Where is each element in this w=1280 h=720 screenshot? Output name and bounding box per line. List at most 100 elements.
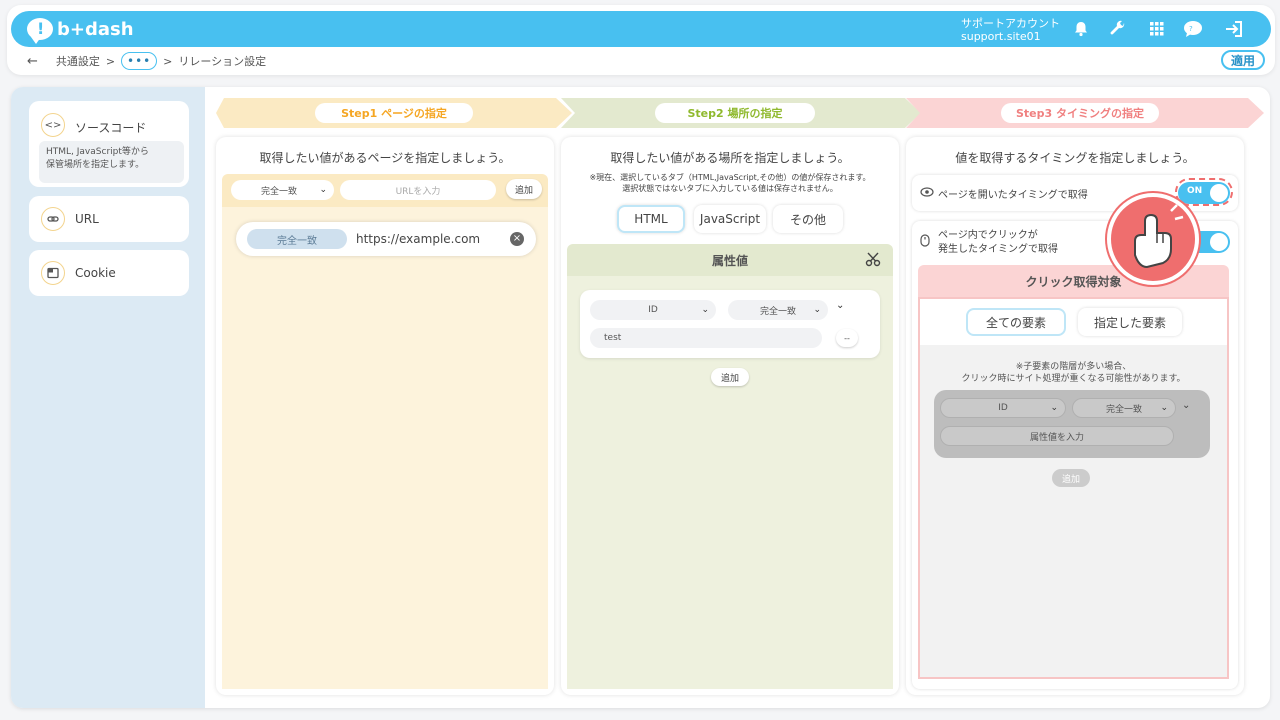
- apply-button[interactable]: 適用: [1221, 50, 1265, 70]
- toggle-knob: [1210, 233, 1228, 251]
- disabled-attribute-match-select: 完全一致 ⌄: [1072, 398, 1176, 418]
- eye-icon: [920, 186, 934, 201]
- step3-label: Step3 タイミングの指定: [1001, 103, 1159, 123]
- breadcrumb-current: リレーション設定: [178, 55, 267, 68]
- warn-line: ※子要素の階層が多い場合、: [1015, 362, 1132, 372]
- click-target-content: ※子要素の階層が多い場合、 クリック時にサイト処理が重くなる可能性があります。 …: [920, 345, 1227, 677]
- remove-icon[interactable]: ×: [510, 232, 524, 246]
- breadcrumb-item-common[interactable]: 共通設定: [56, 53, 100, 69]
- logo[interactable]: b+dash: [27, 17, 134, 44]
- chevron-down-icon: ⌄: [319, 185, 327, 195]
- disabled-attribute-type-select: ID ⌄: [940, 398, 1066, 418]
- step2-banner: Step2 場所の指定: [561, 98, 921, 128]
- attribute-value-input[interactable]: test: [590, 328, 822, 348]
- warn-line: クリック時にサイト処理が重くなる可能性があります。: [961, 374, 1186, 384]
- back-arrow-icon[interactable]: ←: [27, 54, 38, 69]
- desc-line: HTML, JavaScript等から: [46, 147, 149, 157]
- disabled-add-button: 追加: [1052, 469, 1090, 487]
- step2-label: Step2 場所の指定: [655, 103, 815, 123]
- account-name: サポートアカウント: [961, 17, 1060, 30]
- attribute-area: ID ⌄ 完全一致 ⌄ ⌄ test -‑ 追加: [567, 276, 893, 689]
- url-input[interactable]: URLを入力: [340, 180, 496, 200]
- step3-banner: Step3 タイミングの指定: [906, 98, 1266, 128]
- note-line: ※現在、選択しているタブ（HTML,JavaScript,その他）の値が保存され…: [589, 173, 871, 182]
- account-id: support.site01: [961, 30, 1041, 43]
- scissors-icon[interactable]: [865, 251, 881, 270]
- main-panel: <> ソースコード HTML, JavaScript等から 保管場所を指定します…: [11, 87, 1270, 708]
- chevron-down-icon: ⌄: [1160, 403, 1168, 413]
- link-icon: [41, 207, 65, 231]
- attribute-header: 属性値: [567, 244, 893, 276]
- location-column-title: 取得したい値がある場所を指定しましょう。: [610, 151, 850, 165]
- tab-all-elements[interactable]: 全ての要素: [966, 308, 1066, 336]
- logo-bubble-icon: [27, 18, 53, 44]
- url-entry-match[interactable]: 完全一致: [247, 229, 347, 249]
- header: b+dash サポートアカウント support.site01 ? ← 共通設定…: [7, 5, 1275, 75]
- attribute-title: 属性値: [711, 254, 748, 268]
- url-input-bar: 完全一致 ⌄ URLを入力 追加: [222, 174, 548, 207]
- account-info[interactable]: サポートアカウント support.site01: [961, 17, 1060, 43]
- sidebar-item-cookie[interactable]: Cookie: [29, 250, 189, 296]
- page-column-title: 取得したい値があるページを指定しましょう。: [259, 151, 511, 165]
- add-url-button[interactable]: 追加: [506, 179, 542, 199]
- location-note: ※現在、選択しているタブ（HTML,JavaScript,その他）の値が保存され…: [561, 172, 899, 194]
- tab-specified-elements[interactable]: 指定した要素: [1078, 308, 1182, 336]
- compress-icon[interactable]: -‑: [836, 329, 858, 347]
- chevron-down-icon: ⌄: [701, 305, 709, 315]
- tab-other[interactable]: その他: [773, 205, 843, 233]
- logout-icon[interactable]: [1224, 19, 1244, 39]
- breadcrumb: ← 共通設定 > ••• > リレーション設定: [27, 51, 266, 71]
- attribute-card: ID ⌄ 完全一致 ⌄ ⌄ test -‑: [580, 290, 880, 358]
- bell-icon[interactable]: [1071, 19, 1091, 39]
- timing-column-title: 値を取得するタイミングを指定しましょう。: [955, 151, 1195, 165]
- attribute-type-value: ID: [998, 403, 1008, 413]
- breadcrumb-more-button[interactable]: •••: [121, 52, 158, 70]
- label-line: ページ内でクリックが: [938, 230, 1038, 241]
- url-entry: 完全一致 https://example.com ×: [236, 222, 536, 256]
- tap-hand-icon: [1107, 193, 1199, 285]
- attribute-match-value: 完全一致: [1105, 404, 1142, 415]
- match-type-value: 完全一致: [261, 186, 298, 197]
- timing-option-click: ページ内でクリックが 発生したタイミングで取得 クリック取得対象 全ての要素 指…: [912, 221, 1238, 689]
- mouse-icon: [920, 234, 930, 250]
- disabled-attribute-input: 属性値を入力: [940, 426, 1174, 446]
- svg-text:?: ?: [1189, 25, 1193, 33]
- warning-note: ※子要素の階層が多い場合、 クリック時にサイト処理が重くなる可能性があります。: [920, 361, 1227, 385]
- timing-option-label: ページを開いたタイミングで取得: [938, 190, 1088, 201]
- wrench-icon[interactable]: [1108, 19, 1128, 39]
- step1-banner: Step1 ページの指定: [216, 98, 572, 128]
- expand-chevron-icon[interactable]: ⌄: [836, 300, 844, 311]
- attribute-match-select[interactable]: 完全一致 ⌄: [728, 300, 828, 320]
- tab-javascript[interactable]: JavaScript: [694, 205, 766, 233]
- cookie-icon: [41, 261, 65, 285]
- attribute-type-value: ID: [648, 305, 658, 315]
- add-attribute-button[interactable]: 追加: [711, 368, 749, 386]
- grid-icon[interactable]: [1147, 19, 1167, 39]
- url-entry-value[interactable]: https://example.com: [356, 232, 480, 246]
- sidebar-item-label: Cookie: [75, 266, 116, 280]
- timing-option-label: ページ内でクリックが 発生したタイミングで取得: [938, 229, 1058, 257]
- note-line: 選択状態ではないタブに入力している値は保存されません。: [622, 184, 838, 193]
- chevron-down-icon: ⌄: [1050, 403, 1058, 413]
- breadcrumb-separator: >: [163, 54, 173, 68]
- match-type-select[interactable]: 完全一致 ⌄: [231, 180, 334, 200]
- breadcrumb-separator: >: [105, 54, 116, 68]
- sidebar: <> ソースコード HTML, JavaScript等から 保管場所を指定します…: [11, 87, 205, 708]
- sidebar-item-label: URL: [75, 212, 99, 226]
- chat-icon[interactable]: ?: [1183, 19, 1203, 39]
- top-bar: b+dash サポートアカウント support.site01 ?: [11, 11, 1271, 47]
- url-list: 完全一致 https://example.com ×: [222, 207, 548, 689]
- sidebar-item-url[interactable]: URL: [29, 196, 189, 242]
- step1-label: Step1 ページの指定: [315, 103, 473, 123]
- sidebar-item-label: ソースコード: [75, 121, 147, 135]
- code-icon: <>: [41, 113, 65, 137]
- sidebar-item-source-code[interactable]: <> ソースコード HTML, JavaScript等から 保管場所を指定します…: [29, 101, 189, 187]
- attribute-match-value: 完全一致: [759, 306, 796, 317]
- tab-html[interactable]: HTML: [617, 205, 685, 233]
- sidebar-item-description: HTML, JavaScript等から 保管場所を指定します。: [39, 141, 184, 183]
- click-target-area: 全ての要素 指定した要素 ※子要素の階層が多い場合、 クリック時にサイト処理が重…: [918, 297, 1229, 679]
- disabled-attribute-card: ID ⌄ 完全一致 ⌄ ⌄ 属性値を入力: [934, 390, 1210, 458]
- attribute-type-select[interactable]: ID ⌄: [590, 300, 716, 320]
- label-line: 発生したタイミングで取得: [938, 244, 1058, 255]
- expand-chevron-icon: ⌄: [1182, 400, 1191, 411]
